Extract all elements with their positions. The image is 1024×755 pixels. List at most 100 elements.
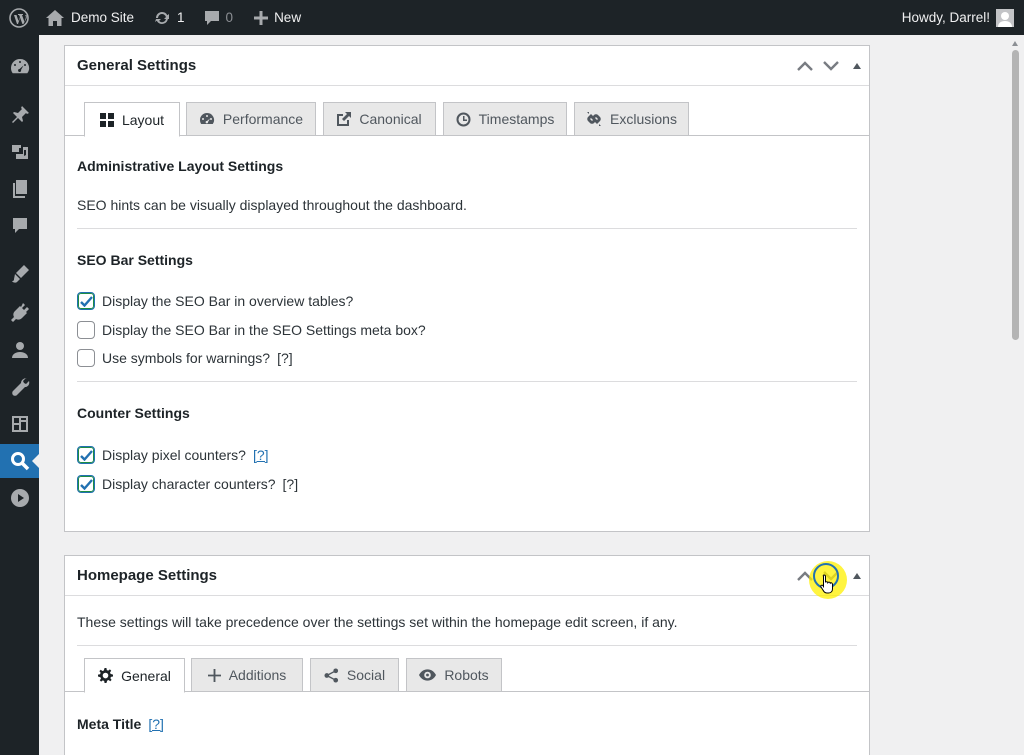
divider — [77, 228, 857, 229]
tab-label: Performance — [222, 111, 304, 127]
tab-label: Canonical — [359, 111, 422, 127]
share-icon — [324, 667, 338, 683]
pages-icon[interactable] — [0, 172, 39, 206]
help-link[interactable]: [?] — [283, 476, 299, 492]
symbols-warnings-checkbox[interactable] — [77, 349, 95, 367]
divider — [77, 645, 857, 646]
tab-general[interactable]: General — [84, 658, 185, 693]
pixel-counter-checkbox[interactable] — [77, 446, 95, 464]
character-counter-option: Display character counters? [?] — [77, 475, 298, 493]
meta-title-label: Meta Title — [77, 716, 142, 732]
broken-link-icon — [587, 112, 602, 126]
eye-icon — [419, 669, 437, 681]
help-link[interactable]: [?] — [277, 350, 293, 366]
tab-label: General — [121, 667, 171, 684]
comments-menu-icon[interactable] — [0, 209, 39, 243]
option-label: Display pixel counters? — [102, 447, 246, 463]
move-up-chevron-icon[interactable] — [797, 61, 813, 71]
tab-label: Exclusions — [610, 111, 677, 127]
divider — [77, 381, 857, 382]
pin-posts-icon[interactable] — [0, 98, 39, 132]
collapse-toggle-icon[interactable] — [853, 63, 861, 69]
greeting: Howdy, Darrel! — [901, 10, 990, 25]
play-circle-icon[interactable] — [0, 481, 39, 515]
tab-robots[interactable]: Robots — [406, 658, 502, 692]
tab-timestamps[interactable]: Timestamps — [443, 102, 567, 136]
homepage-tabs: General Additions Social Robots — [65, 658, 869, 693]
move-down-chevron-icon[interactable] — [823, 61, 839, 71]
users-icon[interactable] — [0, 333, 39, 367]
seo-bar-metabox-checkbox[interactable] — [77, 321, 95, 339]
page-scrollbar[interactable] — [1006, 35, 1024, 755]
site-name: Demo Site — [71, 10, 135, 25]
homepage-settings-postbox: Homepage Settings These settings will ta… — [64, 555, 870, 755]
counter-heading: Counter Settings — [77, 405, 190, 421]
plus-icon — [254, 10, 269, 25]
plugins-icon[interactable] — [0, 295, 39, 329]
homepage-description: These settings will take precedence over… — [77, 614, 678, 630]
admin-bar: Demo Site 1 0 New Howdy, Darrel! — [0, 0, 1024, 35]
updates-count: 1 — [177, 10, 185, 25]
new-content-link[interactable]: New — [240, 0, 308, 35]
postbox-header: General Settings — [65, 46, 869, 86]
clock-icon — [456, 112, 471, 126]
option-label: Use symbols for warnings? — [102, 350, 271, 366]
scroll-up-arrow-icon[interactable] — [1012, 41, 1018, 46]
admin-layout-heading: Administrative Layout Settings — [77, 158, 284, 174]
tab-layout[interactable]: Layout — [84, 102, 180, 137]
collapse-toggle-icon[interactable] — [853, 573, 861, 579]
checkmark-icon — [79, 478, 93, 490]
tab-additions[interactable]: Additions — [191, 658, 303, 692]
pixel-counter-option: Display pixel counters? [?] — [77, 446, 269, 464]
tab-canonical[interactable]: Canonical — [323, 102, 436, 136]
seo-bar-metabox-option: Display the SEO Bar in the SEO Settings … — [77, 321, 426, 339]
site-name-link[interactable]: Demo Site — [38, 0, 141, 35]
updates-icon — [155, 11, 170, 24]
hand-pointer-cursor-icon — [820, 574, 833, 594]
seo-search-icon[interactable] — [0, 444, 39, 478]
tab-performance[interactable]: Performance — [186, 102, 316, 136]
character-counter-checkbox[interactable] — [77, 475, 95, 493]
home-icon — [46, 9, 64, 26]
option-label: Display the SEO Bar in the SEO Settings … — [102, 322, 426, 338]
help-link[interactable]: [?] — [253, 447, 269, 463]
tab-label: Timestamps — [478, 111, 555, 127]
comment-icon — [204, 10, 219, 25]
tab-label: Additions — [228, 667, 287, 683]
new-label: New — [274, 10, 302, 25]
media-icon[interactable] — [0, 135, 39, 169]
admin-sidebar — [0, 35, 39, 755]
symbols-warnings-option: Use symbols for warnings? [?] — [77, 349, 293, 367]
comments-link[interactable]: 0 — [192, 0, 241, 35]
help-link[interactable]: [?] — [148, 716, 164, 732]
checkmark-icon — [79, 295, 93, 307]
gear-icon — [98, 668, 114, 683]
tab-label: Layout — [121, 111, 165, 128]
tab-label: Robots — [444, 667, 489, 683]
meta-title-label-row: Meta Title [?] — [77, 716, 164, 732]
external-link-icon — [337, 112, 352, 126]
dashboard-icon[interactable] — [0, 50, 39, 84]
option-label: Display the SEO Bar in overview tables? — [102, 293, 354, 309]
scroll-thumb[interactable] — [1012, 50, 1019, 340]
wordpress-logo-icon[interactable] — [0, 0, 38, 35]
seo-bar-overview-option: Display the SEO Bar in overview tables? — [77, 292, 353, 310]
postbox-header: Homepage Settings — [65, 556, 869, 596]
avatar — [996, 8, 1014, 27]
tools-icon[interactable] — [0, 370, 39, 404]
admin-layout-description: SEO hints can be visually displayed thro… — [77, 197, 467, 213]
seo-bar-overview-checkbox[interactable] — [77, 292, 95, 310]
settings-icon[interactable] — [0, 407, 39, 441]
updates-link[interactable]: 1 — [141, 0, 192, 35]
plus-icon — [207, 668, 221, 682]
seo-bar-heading: SEO Bar Settings — [77, 252, 193, 268]
my-account-link[interactable]: Howdy, Darrel! — [895, 0, 1024, 35]
grid-icon — [99, 112, 114, 127]
postbox-title: General Settings — [77, 57, 197, 74]
appearance-icon[interactable] — [0, 257, 39, 291]
general-tabs: Layout Performance Canonical Timestamps … — [65, 102, 869, 137]
tab-social[interactable]: Social — [310, 658, 399, 692]
tab-label: Social — [346, 667, 386, 683]
tab-exclusions[interactable]: Exclusions — [574, 102, 689, 136]
general-settings-postbox: General Settings Layout Performance Cano… — [64, 45, 870, 532]
